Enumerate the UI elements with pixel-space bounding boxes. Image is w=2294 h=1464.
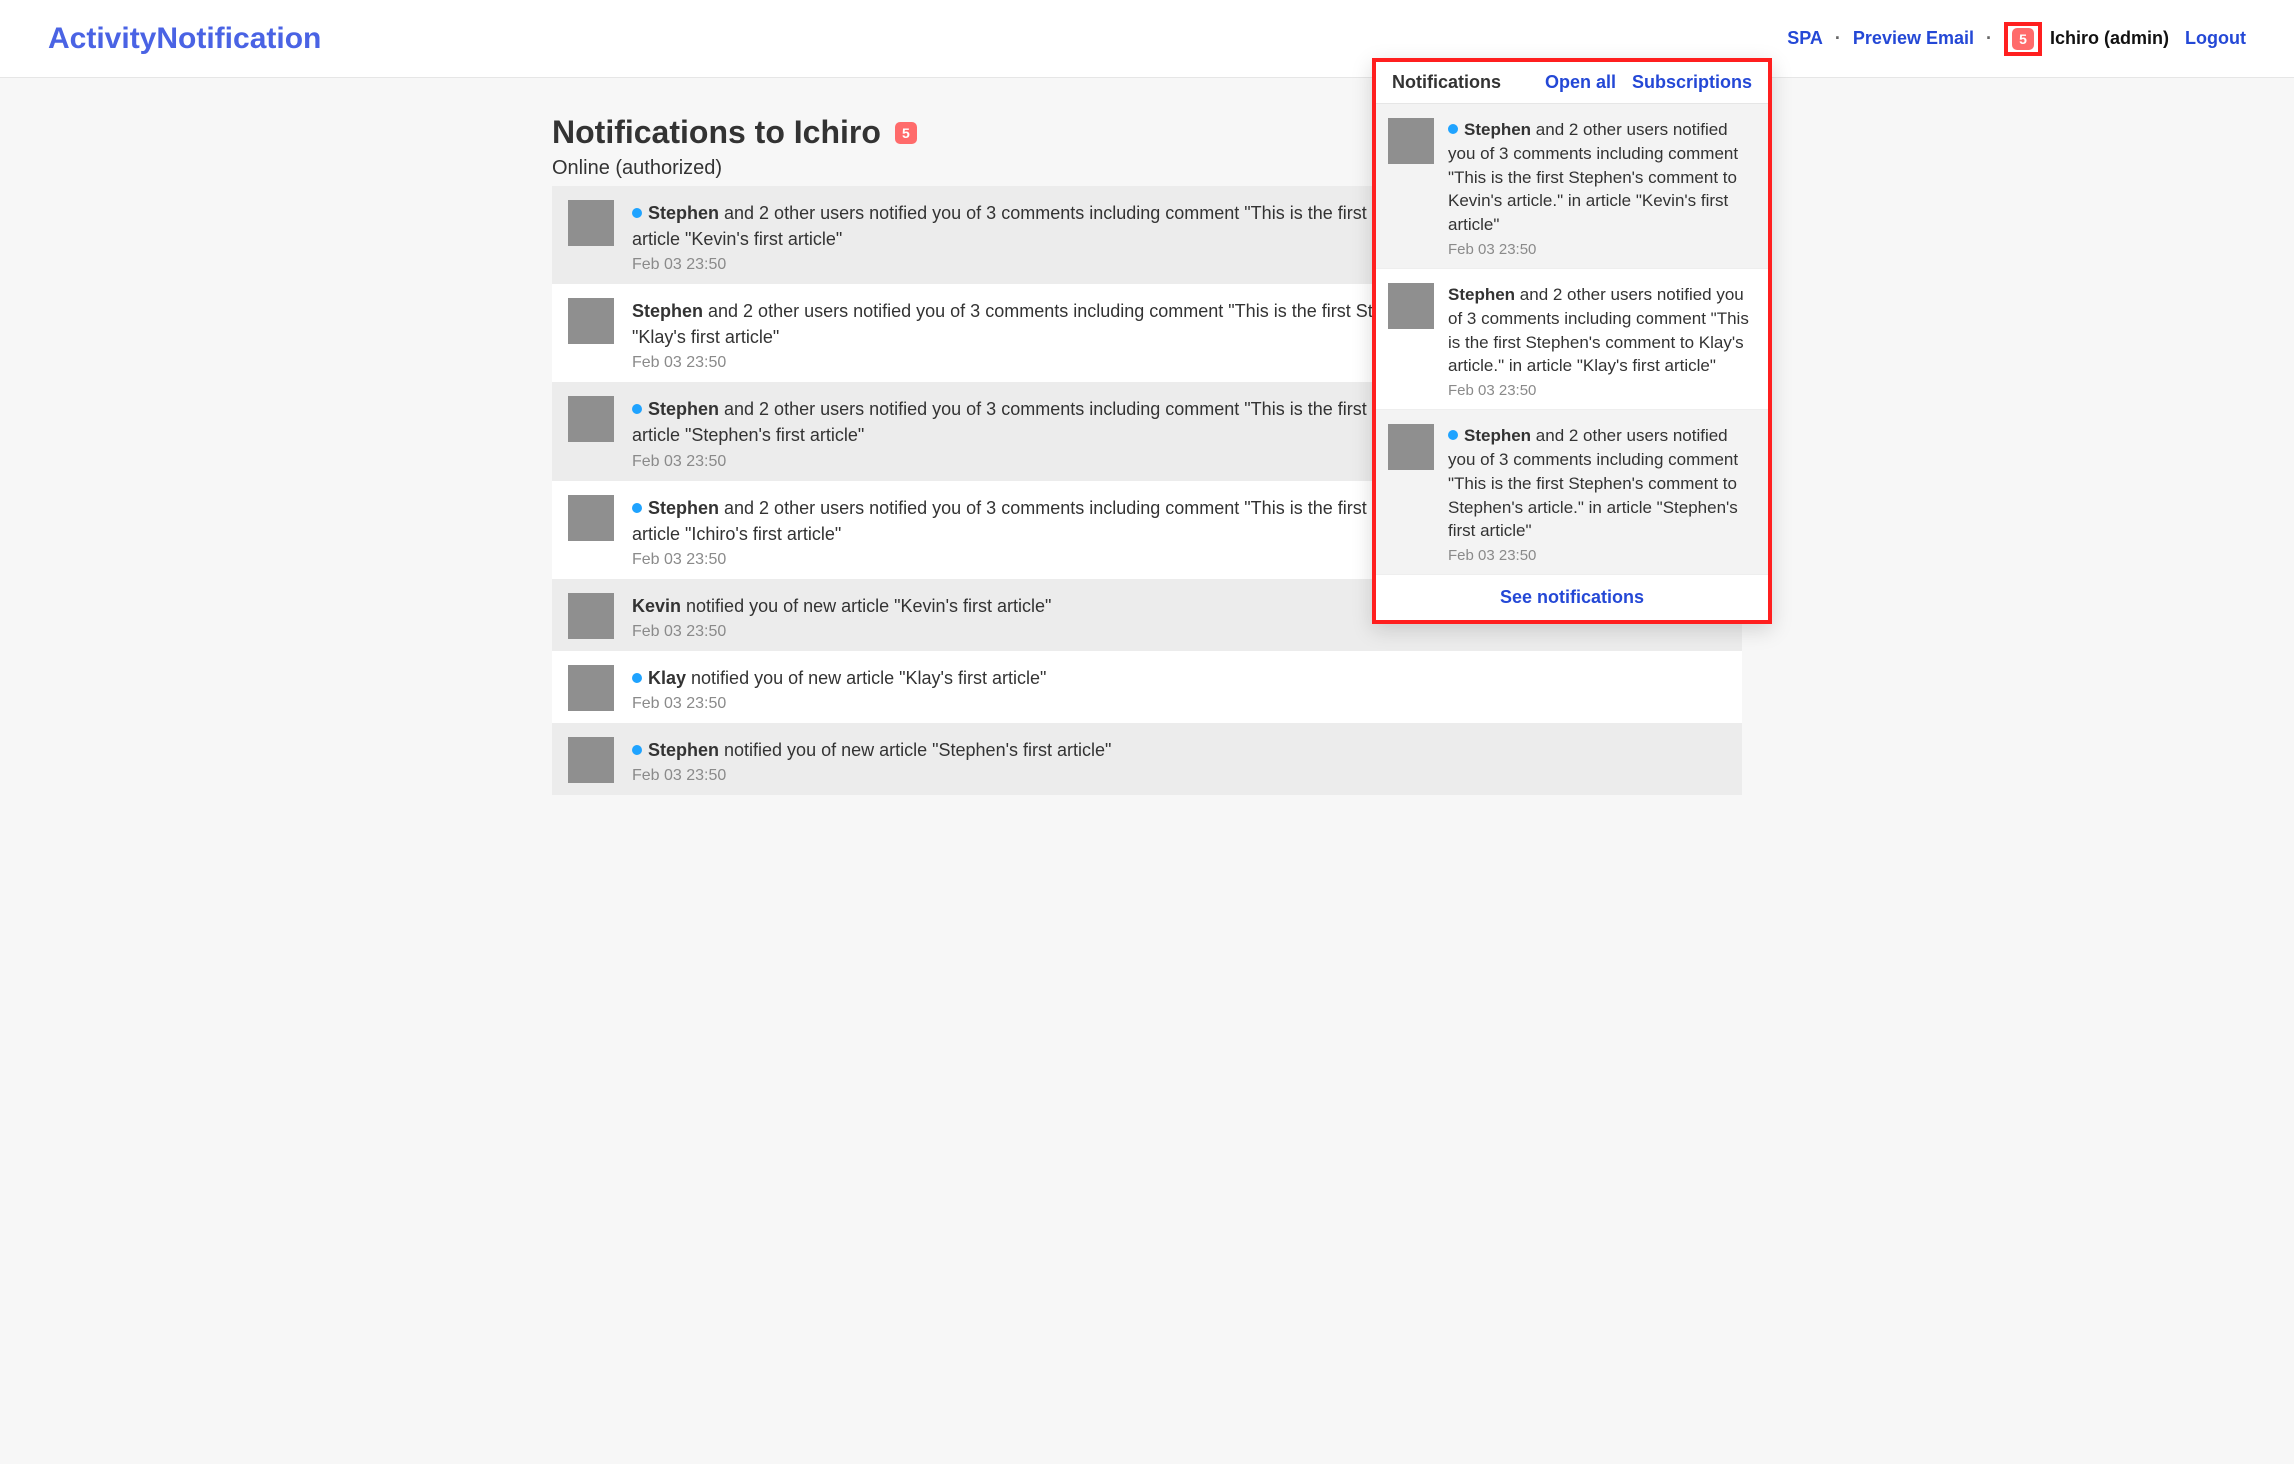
notification-time: Feb 03 23:50 [632, 623, 1726, 641]
dropdown-item-body: Stephen and 2 other users notified you o… [1448, 424, 1752, 564]
notification-row[interactable]: Klay notified you of new article "Klay's… [552, 651, 1742, 723]
avatar [568, 200, 614, 246]
notification-row[interactable]: Stephen notified you of new article "Ste… [552, 723, 1742, 795]
avatar [568, 737, 614, 783]
notification-time: Feb 03 23:50 [632, 767, 1726, 785]
nav-right: SPA · Preview Email · 5 Ichiro (admin) L… [1787, 26, 2246, 52]
avatar [1388, 424, 1434, 470]
dropdown-item-text: Stephen and 2 other users notified you o… [1448, 283, 1752, 378]
avatar [568, 298, 614, 344]
notification-time: Feb 03 23:50 [1448, 547, 1752, 564]
notifier-name: Stephen [648, 740, 719, 760]
notification-body: Klay notified you of new article "Klay's… [632, 665, 1726, 713]
notification-dropdown: Notifications Open all Subscriptions Ste… [1372, 58, 1772, 624]
notification-message: notified you of new article "Klay's firs… [686, 668, 1046, 688]
notification-body: Stephen notified you of new article "Ste… [632, 737, 1726, 785]
dropdown-item-text: Stephen and 2 other users notified you o… [1448, 424, 1752, 543]
dropdown-list: Stephen and 2 other users notified you o… [1376, 104, 1768, 575]
unread-dot-icon [632, 745, 642, 755]
notifier-name: Stephen [648, 399, 719, 419]
notifier-name: Stephen [648, 203, 719, 223]
avatar [568, 396, 614, 442]
avatar [568, 495, 614, 541]
unread-dot-icon [632, 208, 642, 218]
page-title-prefix: Notifications to [552, 114, 794, 150]
notifier-name: Stephen [1464, 426, 1531, 445]
current-user[interactable]: Ichiro (admin) [2050, 28, 2169, 49]
page-title-badge: 5 [895, 122, 917, 144]
notifier-name: Klay [648, 668, 686, 688]
notifier-name: Stephen [632, 301, 703, 321]
dropdown-item[interactable]: Stephen and 2 other users notified you o… [1376, 269, 1768, 410]
notification-text: Klay notified you of new article "Klay's… [632, 665, 1726, 691]
notification-time: Feb 03 23:50 [1448, 241, 1752, 258]
notification-text: Stephen notified you of new article "Ste… [632, 737, 1726, 763]
avatar [568, 665, 614, 711]
notifier-name: Stephen [1448, 285, 1515, 304]
open-all-link[interactable]: Open all [1545, 72, 1616, 93]
nav-sep: · [1986, 28, 1992, 49]
spa-link[interactable]: SPA [1787, 28, 1823, 49]
notification-count-badge[interactable]: 5 [2012, 28, 2034, 50]
dropdown-title: Notifications [1392, 72, 1529, 93]
dropdown-item[interactable]: Stephen and 2 other users notified you o… [1376, 410, 1768, 575]
notifier-name: Kevin [632, 596, 681, 616]
notifier-name: Stephen [648, 498, 719, 518]
unread-dot-icon [1448, 124, 1458, 134]
see-notifications-link[interactable]: See notifications [1376, 575, 1768, 620]
dropdown-header: Notifications Open all Subscriptions [1376, 62, 1768, 104]
dropdown-item-text: Stephen and 2 other users notified you o… [1448, 118, 1752, 237]
notification-message: notified you of new article "Stephen's f… [719, 740, 1111, 760]
avatar [1388, 118, 1434, 164]
dropdown-item-body: Stephen and 2 other users notified you o… [1448, 118, 1752, 258]
avatar [568, 593, 614, 639]
topbar: ActivityNotification SPA · Preview Email… [0, 0, 2294, 78]
logout-link[interactable]: Logout [2185, 28, 2246, 49]
notification-time: Feb 03 23:50 [632, 695, 1726, 713]
unread-dot-icon [632, 673, 642, 683]
notification-count-highlight: 5 [2004, 22, 2042, 56]
brand[interactable]: ActivityNotification [48, 22, 1787, 56]
unread-dot-icon [632, 404, 642, 414]
page-title-text: Notifications to Ichiro [552, 114, 881, 151]
notification-time: Feb 03 23:50 [1448, 382, 1752, 399]
notifier-name: Stephen [1464, 120, 1531, 139]
dropdown-item[interactable]: Stephen and 2 other users notified you o… [1376, 104, 1768, 269]
avatar [1388, 283, 1434, 329]
nav-sep: · [1835, 28, 1841, 49]
preview-email-link[interactable]: Preview Email [1853, 28, 1974, 49]
notification-message: notified you of new article "Kevin's fir… [681, 596, 1051, 616]
dropdown-item-body: Stephen and 2 other users notified you o… [1448, 283, 1752, 399]
unread-dot-icon [632, 503, 642, 513]
page: Notifications to Ichiro 5 Online (author… [552, 114, 1742, 795]
page-title-name: Ichiro [794, 114, 881, 150]
subscriptions-link[interactable]: Subscriptions [1632, 72, 1752, 93]
unread-dot-icon [1448, 430, 1458, 440]
